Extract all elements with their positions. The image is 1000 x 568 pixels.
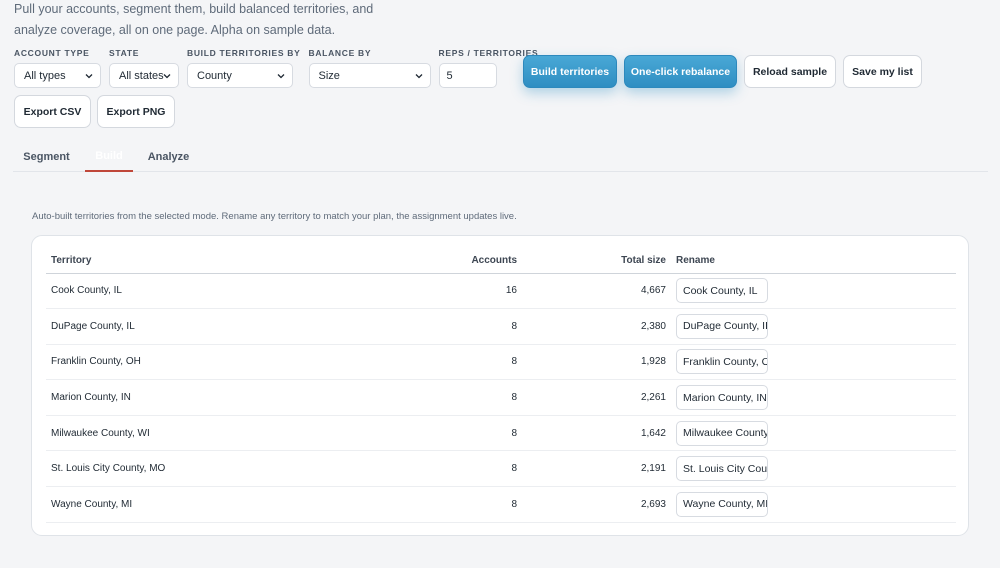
territory-cell: St. Louis City County, MO [46,450,286,488]
state-label: STATE [109,48,140,58]
table-row: Wayne County, MI 8 2,693 Wayne County, M… [46,486,956,523]
chevron-down-icon [163,74,171,79]
accounts-cell: 8 [286,308,522,345]
table-row: Franklin County, OH 8 1,928 Franklin Cou… [46,344,956,381]
export-png-button[interactable]: Export PNG [97,95,175,128]
balance-by-label: BALANCE BY [308,48,372,58]
col-rename: Rename [671,249,956,274]
build-by-value: County [197,69,232,82]
rename-input[interactable]: Milwaukee County, WI [676,420,768,446]
account-type-value: All types [24,69,66,82]
table-row: DuPage County, IL 8 2,380 DuPage County,… [46,308,956,345]
rename-input[interactable]: Franklin County, OH [676,349,768,375]
account-type-field: ACCOUNT TYPE All types [14,47,101,88]
save-my-list-button[interactable]: Save my list [843,55,922,88]
rename-input[interactable]: Wayne County, MI [676,491,768,517]
table-row: Cook County, IL 16 4,667 Cook County, IL [46,273,956,310]
table-header-row: Territory Accounts Total size Rename [46,249,956,274]
export-csv-button[interactable]: Export CSV [14,95,91,128]
build-by-field: BUILD TERRITORIES BY County [187,47,301,88]
territory-builder-page: Pull your accounts, segment them, build … [0,0,1000,568]
reload-sample-button[interactable]: Reload sample [744,55,836,88]
build-description: Auto-built territories from the selected… [32,211,517,222]
territories-table: Territory Accounts Total size Rename Coo… [46,249,956,523]
table-row: Milwaukee County, WI 8 1,642 Milwaukee C… [46,415,956,452]
col-total-size: Total size [522,249,671,274]
build-territories-button[interactable]: Build territories [523,55,617,88]
filter-controls: ACCOUNT TYPE All types STATE All states … [14,47,546,88]
table-row: Marion County, IN 8 2,261 Marion County,… [46,379,956,416]
rename-input[interactable]: St. Louis City County, MO [676,456,768,482]
account-type-select[interactable]: All types [14,63,101,88]
territories-card: Territory Accounts Total size Rename Coo… [31,235,969,536]
total-size-cell: 2,693 [522,486,671,523]
territory-cell: Cook County, IL [46,273,286,310]
chevron-down-icon [277,74,285,79]
territory-cell: Marion County, IN [46,379,286,416]
accounts-cell: 8 [286,415,522,452]
accounts-cell: 8 [286,450,522,488]
build-by-select[interactable]: County [187,63,293,88]
balance-by-field: BALANCE BY Size [308,47,431,88]
territory-cell: DuPage County, IL [46,308,286,345]
total-size-cell: 1,928 [522,344,671,381]
territory-cell: Wayne County, MI [46,486,286,523]
rename-input[interactable]: Cook County, IL [676,278,768,304]
total-size-cell: 4,667 [522,273,671,310]
total-size-cell: 2,380 [522,308,671,345]
total-size-cell: 1,642 [522,415,671,452]
tab-segment[interactable]: Segment [13,141,80,172]
state-field: STATE All states [109,47,179,88]
tab-analyze[interactable]: Analyze [141,141,196,172]
accounts-cell: 16 [286,273,522,310]
rename-input[interactable]: Marion County, IN [676,385,768,411]
rename-input[interactable]: DuPage County, IL [676,313,768,339]
one-click-rebalance-button[interactable]: One-click rebalance [624,55,737,88]
table-row: St. Louis City County, MO 8 2,191 St. Lo… [46,450,956,488]
tab-build[interactable]: Build [85,141,133,172]
balance-by-select[interactable]: Size [308,63,431,88]
total-size-cell: 2,191 [522,450,671,488]
territory-cell: Milwaukee County, WI [46,415,286,452]
state-select[interactable]: All states [109,63,179,88]
state-value: All states [119,69,164,82]
balance-by-value: Size [318,69,340,82]
col-territory: Territory [46,249,286,274]
accounts-cell: 8 [286,486,522,523]
chevron-down-icon [415,74,422,79]
accounts-cell: 8 [286,344,522,381]
total-size-cell: 2,261 [522,379,671,416]
reps-input[interactable]: 5 [438,63,497,88]
col-accounts: Accounts [286,249,522,274]
account-type-label: ACCOUNT TYPE [14,48,90,58]
territory-cell: Franklin County, OH [46,344,286,381]
chevron-down-icon [85,74,93,79]
accounts-cell: 8 [286,379,522,416]
intro-text: Pull your accounts, segment them, build … [14,2,374,37]
build-by-label: BUILD TERRITORIES BY [187,48,301,58]
view-tabs: Segment Build Analyze [13,141,988,172]
